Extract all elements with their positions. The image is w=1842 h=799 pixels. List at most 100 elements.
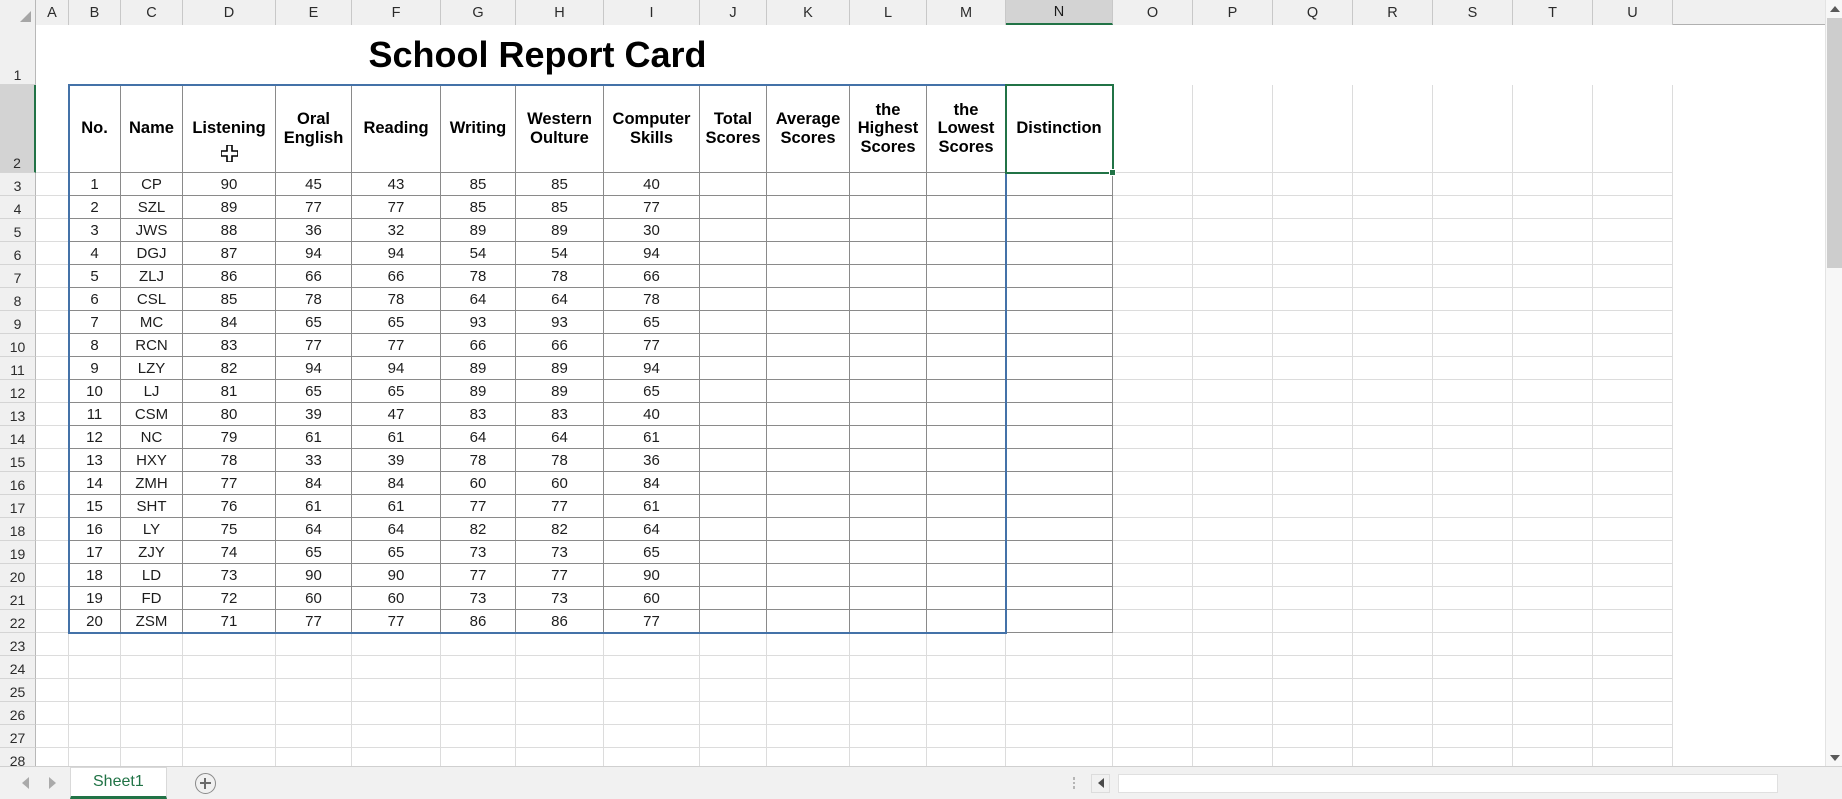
- cell-o27[interactable]: [1113, 725, 1193, 748]
- row-header-6[interactable]: 6: [0, 242, 36, 265]
- row-header-4[interactable]: 4: [0, 196, 36, 219]
- cell-f8[interactable]: 78: [352, 288, 441, 311]
- cell-e19[interactable]: 65: [276, 541, 352, 564]
- cell-t4[interactable]: [1513, 196, 1593, 219]
- scroll-down-button[interactable]: [1826, 749, 1842, 766]
- cell-g28[interactable]: [441, 748, 516, 766]
- cell-b9[interactable]: 7: [69, 311, 121, 334]
- cell-j15[interactable]: [700, 449, 767, 472]
- cell-c22[interactable]: ZSM: [121, 610, 183, 633]
- cell-g9[interactable]: 93: [441, 311, 516, 334]
- cell-m6[interactable]: [927, 242, 1006, 265]
- cell-n25[interactable]: [1006, 679, 1113, 702]
- cell-r4[interactable]: [1353, 196, 1433, 219]
- cell-g23[interactable]: [441, 633, 516, 656]
- cell-c21[interactable]: FD: [121, 587, 183, 610]
- cell-j5[interactable]: [700, 219, 767, 242]
- cell-p23[interactable]: [1193, 633, 1273, 656]
- cell-e11[interactable]: 94: [276, 357, 352, 380]
- cell-t15[interactable]: [1513, 449, 1593, 472]
- row-header-7[interactable]: 7: [0, 265, 36, 288]
- cell-k7[interactable]: [767, 265, 850, 288]
- cell-i11[interactable]: 94: [604, 357, 700, 380]
- cell-k5[interactable]: [767, 219, 850, 242]
- cell-h4[interactable]: 85: [516, 196, 604, 219]
- cell-m24[interactable]: [927, 656, 1006, 679]
- cell-q9[interactable]: [1273, 311, 1353, 334]
- row-header-8[interactable]: 8: [0, 288, 36, 311]
- cell-m15[interactable]: [927, 449, 1006, 472]
- cell-q13[interactable]: [1273, 403, 1353, 426]
- column-header-j[interactable]: J: [700, 0, 767, 25]
- cell-c23[interactable]: [121, 633, 183, 656]
- cell-k8[interactable]: [767, 288, 850, 311]
- cell-g7[interactable]: 78: [441, 265, 516, 288]
- cell-t14[interactable]: [1513, 426, 1593, 449]
- cell-c25[interactable]: [121, 679, 183, 702]
- cell-m22[interactable]: [927, 610, 1006, 633]
- cell-e4[interactable]: 77: [276, 196, 352, 219]
- cell-p6[interactable]: [1193, 242, 1273, 265]
- cell-c24[interactable]: [121, 656, 183, 679]
- cell-e5[interactable]: 36: [276, 219, 352, 242]
- cell-d26[interactable]: [183, 702, 276, 725]
- cell-f25[interactable]: [352, 679, 441, 702]
- cell-r7[interactable]: [1353, 265, 1433, 288]
- cell-l14[interactable]: [850, 426, 927, 449]
- table-header-cell-k2[interactable]: Average Scores: [767, 85, 850, 173]
- row-header-24[interactable]: 24: [0, 656, 36, 679]
- cell-f9[interactable]: 65: [352, 311, 441, 334]
- cell-s22[interactable]: [1433, 610, 1513, 633]
- cell-l11[interactable]: [850, 357, 927, 380]
- cell-i28[interactable]: [604, 748, 700, 766]
- cell-r11[interactable]: [1353, 357, 1433, 380]
- column-header-k[interactable]: K: [767, 0, 850, 25]
- cell-j25[interactable]: [700, 679, 767, 702]
- cell-g11[interactable]: 89: [441, 357, 516, 380]
- cell-a18[interactable]: [36, 518, 69, 541]
- cell-s2[interactable]: [1433, 85, 1513, 173]
- cell-a23[interactable]: [36, 633, 69, 656]
- cell-s19[interactable]: [1433, 541, 1513, 564]
- cell-g8[interactable]: 64: [441, 288, 516, 311]
- cell-m7[interactable]: [927, 265, 1006, 288]
- column-header-p[interactable]: P: [1193, 0, 1273, 25]
- cell-e13[interactable]: 39: [276, 403, 352, 426]
- cell-g3[interactable]: 85: [441, 173, 516, 196]
- cell-i3[interactable]: 40: [604, 173, 700, 196]
- cell-h3[interactable]: 85: [516, 173, 604, 196]
- cell-g5[interactable]: 89: [441, 219, 516, 242]
- cell-f23[interactable]: [352, 633, 441, 656]
- cell-f7[interactable]: 66: [352, 265, 441, 288]
- cell-i14[interactable]: 61: [604, 426, 700, 449]
- cell-k4[interactable]: [767, 196, 850, 219]
- cell-e21[interactable]: 60: [276, 587, 352, 610]
- cell-d19[interactable]: 74: [183, 541, 276, 564]
- cell-s18[interactable]: [1433, 518, 1513, 541]
- cell-k3[interactable]: [767, 173, 850, 196]
- cell-f10[interactable]: 77: [352, 334, 441, 357]
- cell-s8[interactable]: [1433, 288, 1513, 311]
- cell-o8[interactable]: [1113, 288, 1193, 311]
- cell-b13[interactable]: 11: [69, 403, 121, 426]
- cell-h6[interactable]: 54: [516, 242, 604, 265]
- row-header-25[interactable]: 25: [0, 679, 36, 702]
- cell-r28[interactable]: [1353, 748, 1433, 766]
- cell-l23[interactable]: [850, 633, 927, 656]
- cell-h24[interactable]: [516, 656, 604, 679]
- cell-c11[interactable]: LZY: [121, 357, 183, 380]
- cell-j10[interactable]: [700, 334, 767, 357]
- cell-u10[interactable]: [1593, 334, 1673, 357]
- cell-a2[interactable]: [36, 85, 69, 173]
- column-header-g[interactable]: G: [441, 0, 516, 25]
- cell-l24[interactable]: [850, 656, 927, 679]
- cell-g26[interactable]: [441, 702, 516, 725]
- cell-s3[interactable]: [1433, 173, 1513, 196]
- cell-b24[interactable]: [69, 656, 121, 679]
- cell-q14[interactable]: [1273, 426, 1353, 449]
- cell-s15[interactable]: [1433, 449, 1513, 472]
- cell-p9[interactable]: [1193, 311, 1273, 334]
- row-header-2[interactable]: 2: [0, 85, 36, 173]
- cell-a10[interactable]: [36, 334, 69, 357]
- cell-r22[interactable]: [1353, 610, 1433, 633]
